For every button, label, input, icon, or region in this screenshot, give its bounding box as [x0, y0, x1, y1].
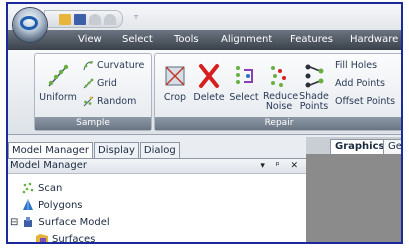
surface-model-icon — [24, 217, 33, 227]
ribbon: Uniform Curvature Grid Random Sample Cro… — [8, 50, 401, 135]
polygons-icon — [23, 199, 33, 210]
graphics-tab-strip: Graphics Get — [306, 137, 401, 154]
app-logo-icon — [20, 16, 38, 30]
title-bar: ▿ — [8, 4, 401, 30]
customize-toolbar-icon[interactable]: ▿ — [134, 12, 138, 21]
crop-icon — [165, 66, 185, 86]
ribbon-tab-bar: View Select Tools Alignment Features Har… — [8, 30, 401, 50]
tab-hardware[interactable]: Hardware — [350, 34, 398, 45]
sample-group-label: Sample — [35, 117, 151, 130]
shade-points-label-line2: Points — [299, 101, 329, 112]
random-button[interactable]: Random — [83, 96, 136, 107]
delete-icon — [199, 64, 219, 88]
curvature-button[interactable]: Curvature — [83, 60, 144, 71]
reduce-noise-icon — [271, 66, 286, 87]
reduce-noise-button[interactable]: Reduce Noise — [263, 62, 298, 112]
crop-button[interactable]: Crop — [161, 62, 189, 103]
tree-item-label: Scan — [38, 182, 63, 194]
scan-icon — [22, 182, 34, 194]
graphics-viewport[interactable] — [306, 154, 401, 242]
add-points-button[interactable]: Add Points — [335, 78, 385, 89]
panel-tabs: Model Manager Display Dialog — [8, 142, 181, 159]
random-label: Random — [97, 96, 137, 107]
application-window: ▿ View Select Tools Alignment Features H… — [6, 2, 403, 244]
offset-points-label: Offset Points — [335, 96, 396, 107]
quick-access-toolbar — [44, 10, 123, 28]
tab-dialog[interactable]: Dialog — [139, 142, 180, 158]
collapse-icon[interactable]: ⊟ — [10, 217, 18, 228]
grid-label: Grid — [97, 78, 117, 89]
tree-item-surface-model[interactable]: ⊟ Surface Model — [10, 216, 110, 228]
tab-features[interactable]: Features — [290, 34, 333, 45]
uniform-button[interactable]: Uniform — [39, 62, 77, 103]
sample-group: Uniform Curvature Grid Random Sample — [34, 53, 152, 131]
delete-label: Delete — [193, 92, 225, 103]
tab-select[interactable]: Select — [122, 34, 153, 45]
model-manager-panel: Model Manager ▾ ᵖ ✕ Scan Polygons ⊟ Surf… — [8, 158, 307, 244]
uniform-icon — [48, 64, 69, 87]
tree-item-label: Polygons — [38, 199, 83, 211]
tree-item-label: Surfaces — [52, 233, 96, 244]
undo-icon[interactable] — [89, 13, 101, 25]
tab-model-manager[interactable]: Model Manager — [8, 142, 94, 159]
curvature-icon — [83, 61, 94, 71]
shade-points-button[interactable]: Shade Points — [299, 62, 329, 112]
save-icon[interactable] — [74, 13, 86, 25]
tab-alignment[interactable]: Alignment — [221, 34, 272, 45]
repair-group-label: Repair — [155, 117, 401, 130]
random-icon — [83, 96, 94, 107]
tab-get[interactable]: Get — [383, 139, 401, 154]
add-points-label: Add Points — [335, 78, 385, 89]
tab-graphics[interactable]: Graphics — [330, 139, 390, 154]
select-label: Select — [229, 92, 259, 103]
open-icon[interactable] — [59, 13, 71, 25]
curvature-label: Curvature — [97, 60, 145, 71]
surfaces-icon — [36, 234, 48, 242]
offset-points-button[interactable]: Offset Points — [335, 96, 395, 107]
fill-holes-button[interactable]: Fill Holes — [335, 60, 377, 71]
select-icon — [236, 66, 253, 84]
redo-icon[interactable] — [104, 13, 116, 25]
shade-points-icon — [305, 64, 324, 88]
tree-item-scan[interactable]: Scan — [22, 182, 62, 194]
grid-button[interactable]: Grid — [83, 78, 117, 89]
uniform-label: Uniform — [39, 92, 77, 103]
repair-group: Crop Delete Select Reduce Noise Shade Po… — [154, 53, 401, 131]
panel-controls[interactable]: ▾ ᵖ ✕ — [260, 159, 302, 173]
model-manager-header: Model Manager ▾ ᵖ ✕ — [8, 159, 306, 174]
tree-item-label: Surface Model — [38, 216, 110, 228]
tab-display[interactable]: Display — [94, 142, 139, 158]
select-button[interactable]: Select — [229, 62, 259, 103]
tree-item-surfaces[interactable]: Surfaces — [36, 233, 96, 244]
crop-label: Crop — [163, 92, 187, 103]
application-menu-button[interactable] — [13, 8, 47, 42]
fill-holes-label: Fill Holes — [335, 60, 378, 71]
tree-item-polygons[interactable]: Polygons — [22, 199, 83, 211]
tab-tools[interactable]: Tools — [174, 34, 199, 45]
reduce-noise-label-line2: Noise — [265, 101, 293, 112]
delete-button[interactable]: Delete — [193, 62, 225, 103]
tab-view[interactable]: View — [78, 34, 102, 45]
model-manager-title: Model Manager — [10, 160, 88, 171]
grid-icon — [83, 78, 94, 89]
